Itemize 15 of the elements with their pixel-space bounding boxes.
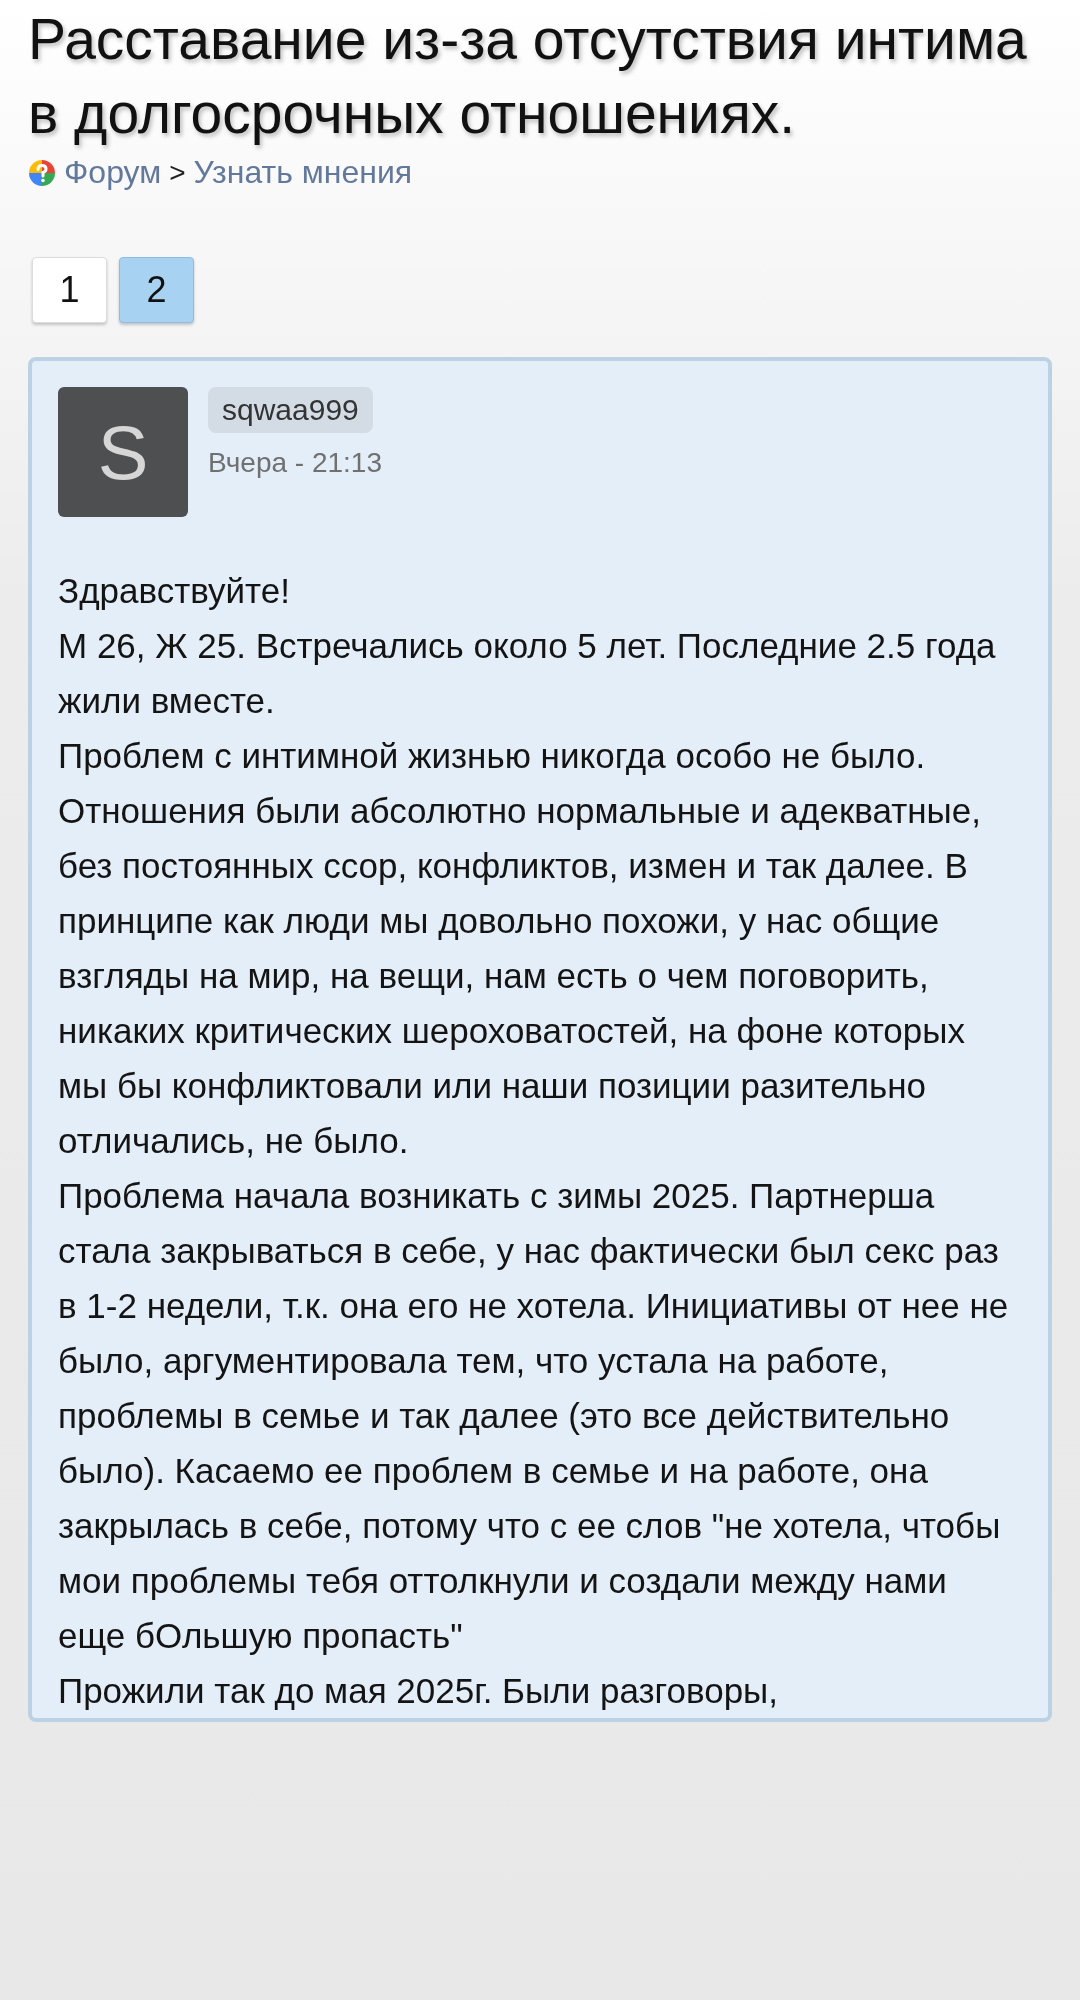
page-button[interactable]: 2 bbox=[119, 257, 194, 323]
post-paragraph: Проблем с интимной жизнью никогда особо не было. Отношения были абсолютно нормальные и адекватные, без постоянных ссор, конфликтов, измен и так далее. В принципе как люди мы довольно похожи, у нас общие взгляды на мир, на вещи, нам есть о чем поговорить, никаких критических шероховатостей, на фоне которых мы бы конфликтовали или наши позиции разительно отличались, не было. bbox=[58, 735, 982, 1162]
page-button[interactable]: 1 bbox=[32, 257, 107, 323]
author-name[interactable]: sqwaa999 bbox=[208, 387, 373, 433]
post-paragraph: Проблема начала возникать с зимы 2025. Партнерша стала закрываться в себе, у нас фактически был секс раз в 1-2 недели, т.к. она его не хотела. Инициативы от нее не было, аргументировала тем, что устала на работе, проблемы в семье и так далее (это все действительно было). Касаемо ее проблем в семье и на работе, она закрылась в себе, потому что с ее слов "не хотела, чтобы мои проблемы тебя оттолкнули и создали между нами еще бОльшую пропасть" bbox=[58, 1175, 1010, 1657]
breadcrumb-link[interactable]: Форум bbox=[64, 154, 162, 191]
topic-title: Расставание из-за отсутствия интима в долгосрочных отношениях. bbox=[28, 6, 1028, 147]
breadcrumb-link[interactable]: Узнать мнения bbox=[193, 154, 413, 191]
post-paragraph: Здравствуйте! bbox=[58, 570, 291, 612]
avatar: S bbox=[58, 387, 188, 517]
post-time: Вчера - 21:13 bbox=[208, 447, 382, 479]
question-mark-icon bbox=[28, 158, 56, 187]
breadcrumb-separator: > bbox=[169, 156, 186, 189]
post-paragraph: М 26, Ж 25. Встречались около 5 лет. Последние 2.5 года жили вместе. bbox=[58, 625, 997, 722]
post-paragraph: Прожили так до мая 2025г. Были разговоры, bbox=[58, 1670, 779, 1712]
